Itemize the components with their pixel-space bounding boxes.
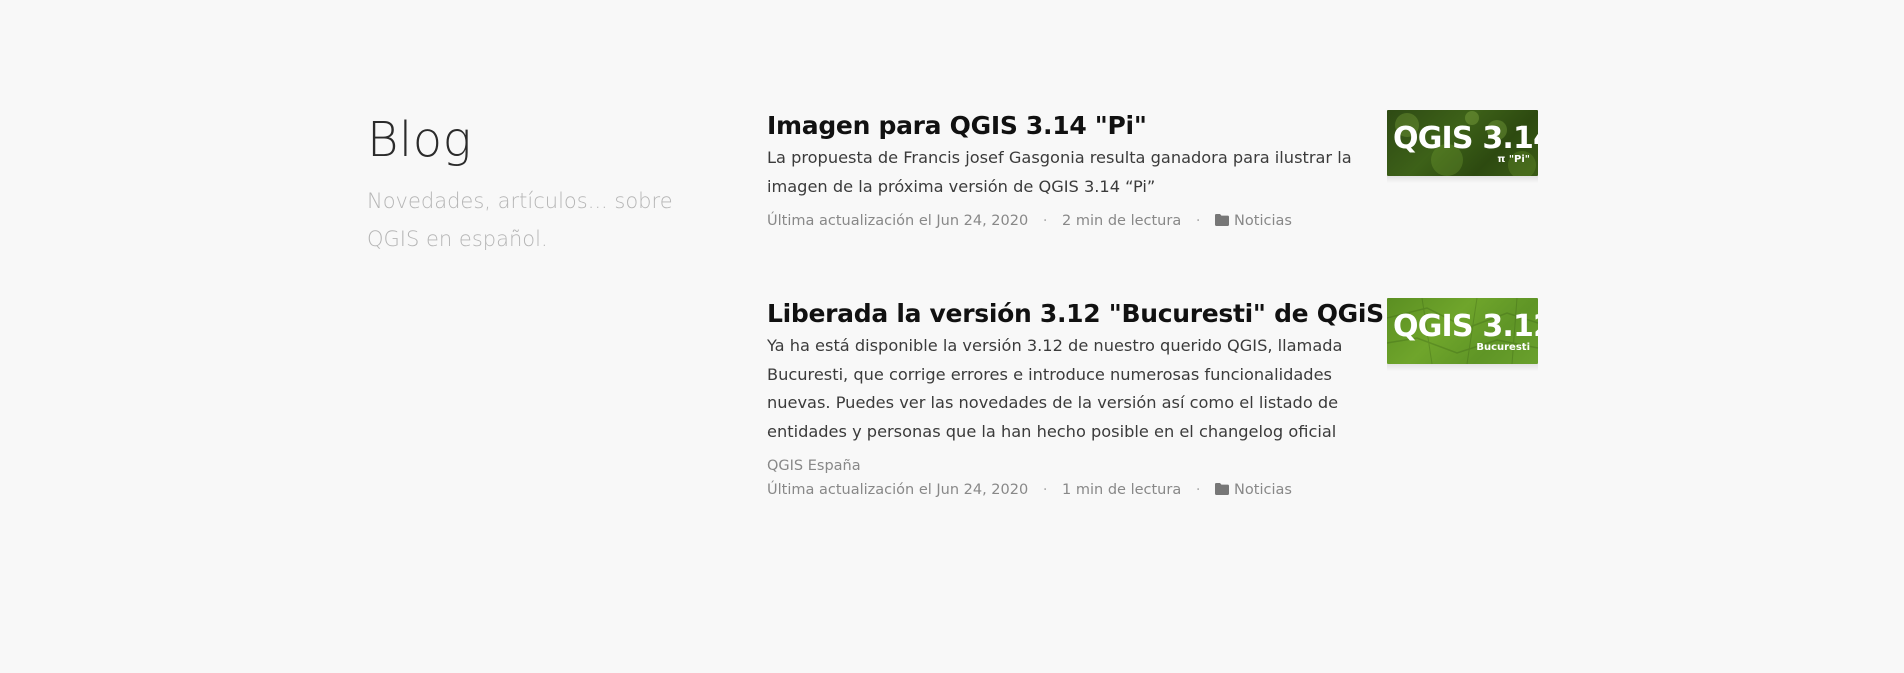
post-updated: Última actualización el Jun 24, 2020 — [767, 482, 1029, 498]
post-excerpt: La propuesta de Francis josef Gasgonia r… — [767, 148, 1352, 196]
post-excerpt: Ya ha está disponible la versión 3.12 de… — [767, 336, 1343, 441]
thumbnail-sublabel: Bucuresti — [1476, 342, 1530, 353]
post-content: Imagen para QGIS 3.14 "Pi" La propuesta … — [767, 108, 1357, 231]
thumbnail-sublabel: π "Pi" — [1497, 154, 1530, 165]
post-content: Liberada la versión 3.12 "Bucuresti" de … — [767, 296, 1384, 500]
post-updated: Última actualización el Jun 24, 2020 — [767, 213, 1029, 229]
meta-separator: · — [1195, 213, 1201, 229]
post-category-label: Noticias — [1234, 482, 1292, 498]
post-read-time: 2 min de lectura — [1062, 213, 1182, 229]
thumbnail-label: QGIS 3.12 — [1393, 309, 1538, 344]
post-meta: Última actualización el Jun 24, 2020 · 2… — [767, 211, 1357, 231]
page-title: Blog — [367, 112, 472, 168]
thumbnail-shadow — [1387, 364, 1538, 371]
thumbnail-shadow — [1387, 176, 1538, 183]
thumbnail-image: QGIS 3.12 Bucuresti — [1387, 298, 1538, 364]
post-category-link[interactable]: Noticias — [1215, 482, 1292, 498]
qgis-3-12-thumbnail[interactable]: QGIS 3.12 Bucuresti — [1387, 298, 1538, 371]
post-item: Imagen para QGIS 3.14 "Pi" La propuesta … — [767, 108, 1539, 231]
post-meta: Última actualización el Jun 24, 2020 · 1… — [767, 480, 1357, 500]
meta-separator: · — [1195, 482, 1201, 498]
thumbnail-image: QGIS 3.14 π "Pi" — [1387, 110, 1538, 176]
post-title-link[interactable]: Imagen para QGIS 3.14 "Pi" — [767, 108, 1357, 144]
qgis-3-14-thumbnail[interactable]: QGIS 3.14 π "Pi" — [1387, 110, 1538, 183]
post-category-link[interactable]: Noticias — [1215, 213, 1292, 229]
meta-separator: · — [1042, 482, 1048, 498]
thumbnail-label: QGIS 3.14 — [1393, 121, 1538, 156]
post-item: Liberada la versión 3.12 "Bucuresti" de … — [767, 296, 1539, 500]
page-subtitle: Novedades, artículos... sobre QGIS en es… — [367, 189, 673, 251]
post-title-link[interactable]: Liberada la versión 3.12 "Bucuresti" de … — [767, 296, 1384, 332]
blog-intro: Blog Novedades, artículos... sobre QGIS … — [367, 108, 707, 258]
post-category-label: Noticias — [1234, 213, 1292, 229]
folder-icon — [1215, 483, 1230, 495]
post-read-time: 1 min de lectura — [1062, 482, 1182, 498]
post-author: QGIS España — [767, 458, 861, 474]
meta-separator: · — [1042, 213, 1048, 229]
folder-icon — [1215, 214, 1230, 226]
blog-page: Blog Novedades, artículos... sobre QGIS … — [0, 0, 1904, 673]
